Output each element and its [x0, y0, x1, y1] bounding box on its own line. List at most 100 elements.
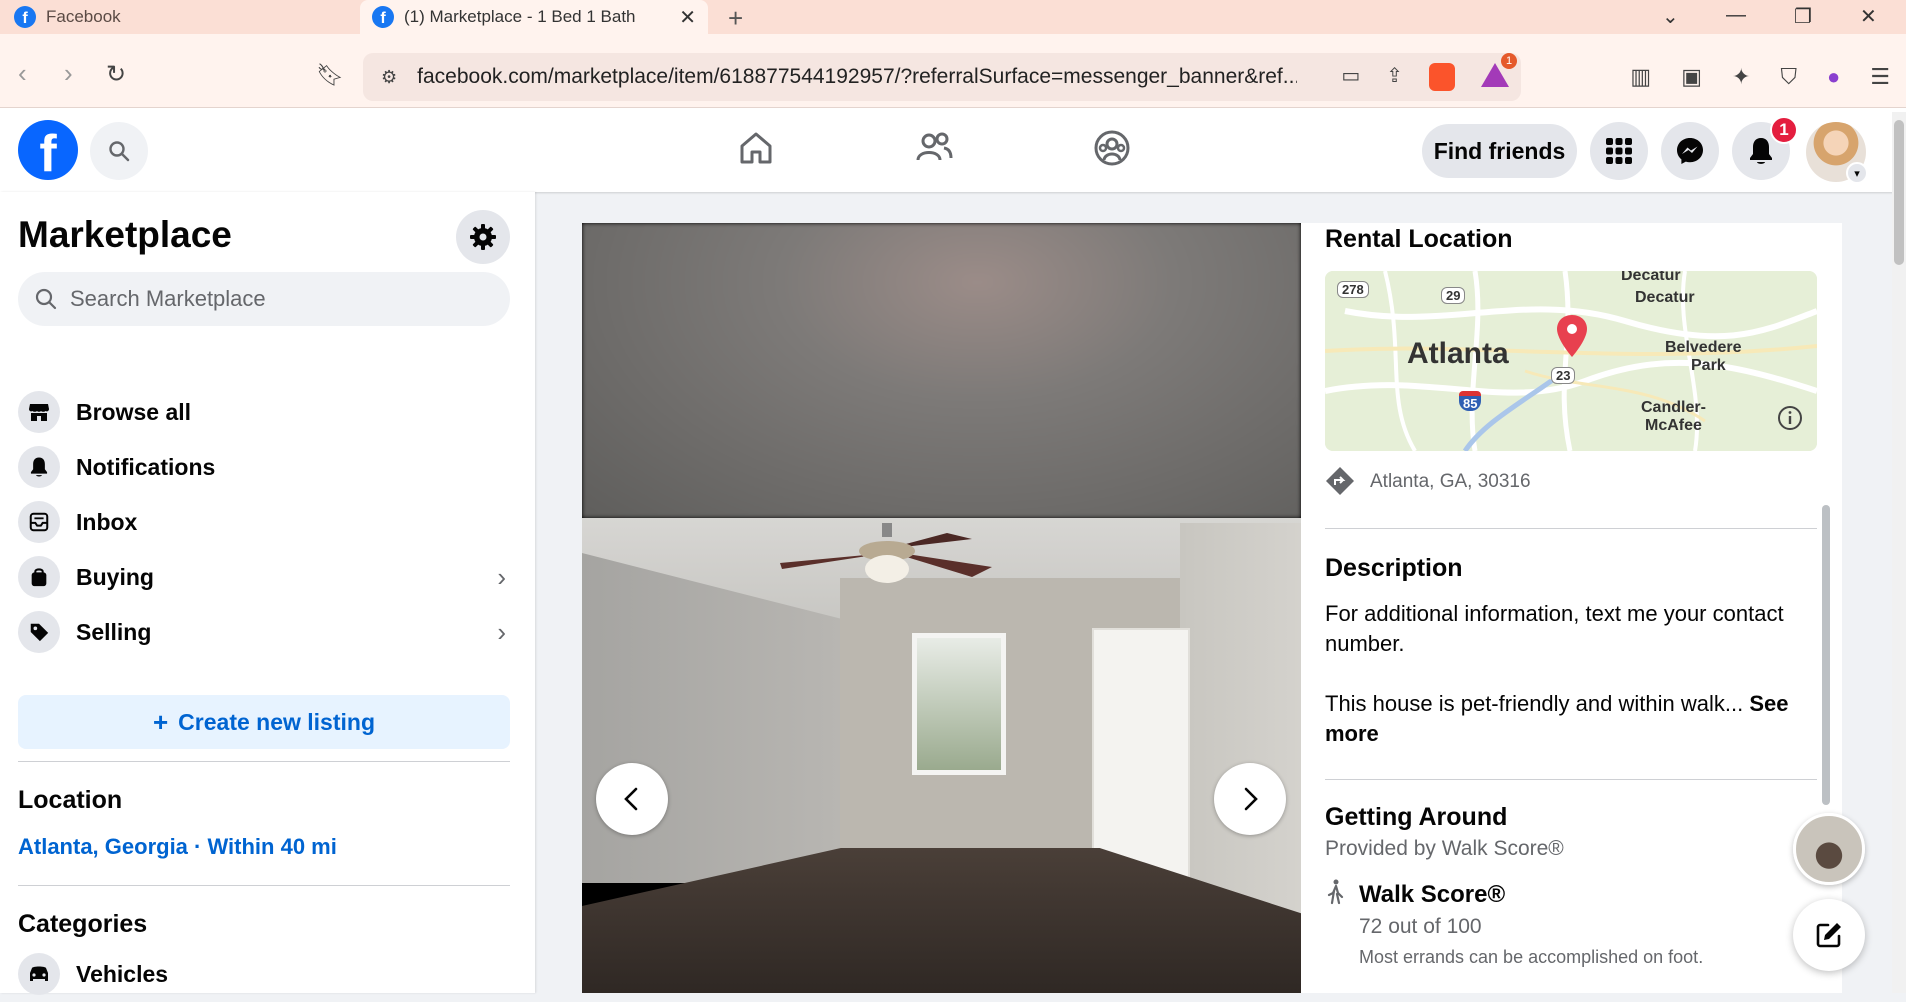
route-29-shield: 29	[1441, 287, 1466, 304]
close-window-button[interactable]: ✕	[1860, 4, 1877, 29]
plus-icon: +	[152, 706, 169, 737]
cast-icon[interactable]: ▭	[1341, 63, 1360, 91]
search-icon	[35, 288, 57, 310]
close-tab-icon[interactable]: ✕	[679, 5, 696, 30]
sidebar-item-notifications[interactable]: Notifications	[18, 439, 510, 495]
bookmark-icon[interactable]: 🔖︎	[316, 62, 344, 88]
map-label-atlanta: Atlanta	[1407, 337, 1509, 370]
site-info-icon[interactable]: ⚙︎	[381, 67, 397, 88]
share-icon[interactable]: ⇪	[1386, 63, 1403, 91]
map-label-candler: Candler-	[1641, 399, 1706, 416]
route-23-shield: 23	[1551, 367, 1576, 384]
home-nav-icon[interactable]	[736, 128, 776, 177]
facebook-top-bar: f Find friends 1 ▾	[0, 108, 1906, 192]
category-vehicles[interactable]: Vehicles	[18, 946, 510, 1002]
listing-details: Rental Location Atlanta Decatur Decatur …	[1325, 223, 1817, 993]
groups-nav-icon[interactable]	[1092, 128, 1132, 177]
getting-around-heading: Getting Around	[1325, 803, 1508, 831]
tab-marketplace[interactable]: f (1) Marketplace - 1 Bed 1 Bath ✕	[360, 0, 708, 34]
map-pin-icon	[1557, 315, 1587, 357]
location-filter-link[interactable]: Atlanta, Georgia · Within 40 mi	[18, 834, 337, 860]
tab-facebook[interactable]: f Facebook	[14, 0, 354, 34]
rental-location-map[interactable]: Atlanta Decatur Decatur Belvedere Park C…	[1325, 271, 1817, 451]
gear-icon	[470, 224, 496, 250]
tab-title: (1) Marketplace - 1 Bed 1 Bath	[404, 7, 636, 26]
leo-ai-icon[interactable]: ✦	[1732, 64, 1750, 90]
description-line-1: For additional information, text me your…	[1325, 601, 1784, 656]
divider	[18, 885, 510, 886]
sidebar-item-label: Browse all	[76, 398, 192, 425]
create-listing-label: Create new listing	[178, 708, 375, 735]
new-message-button[interactable]	[1793, 899, 1865, 971]
chat-listing-thumbnail[interactable]	[1793, 813, 1865, 885]
route-278-shield: 278	[1337, 281, 1369, 298]
facebook-logo-icon[interactable]: f	[18, 120, 78, 180]
chevron-left-icon	[624, 787, 638, 811]
map-label-park: Park	[1691, 357, 1726, 374]
search-icon	[109, 141, 130, 162]
wallet-icon[interactable]: ▣	[1681, 64, 1702, 90]
sidebar-item-label: Selling	[76, 618, 152, 645]
listing-photo[interactable]	[582, 223, 1301, 993]
previous-photo-button[interactable]	[596, 763, 668, 835]
sidebar-item-inbox[interactable]: Inbox	[18, 494, 510, 550]
walk-score-provider: Provided by Walk Score®	[1325, 837, 1564, 860]
ceiling-fan	[780, 523, 992, 583]
sidebar-item-label: Inbox	[76, 508, 138, 535]
facebook-favicon-icon: f	[372, 6, 394, 28]
brave-shields-icon[interactable]	[1429, 63, 1455, 91]
car-icon	[18, 953, 60, 995]
search-marketplace-input[interactable]	[70, 286, 470, 312]
interstate-85-shield: 85	[1459, 391, 1482, 411]
sidebar-toggle-icon[interactable]: ▥	[1630, 64, 1651, 90]
map-info-icon[interactable]	[1777, 405, 1803, 431]
sidebar-item-selling[interactable]: Selling ›	[18, 604, 510, 660]
menu-icon[interactable]: ☰	[1870, 64, 1890, 90]
description-line-2-text: This house is pet-friendly and within wa…	[1325, 691, 1744, 716]
account-chevron-down-icon[interactable]: ▾	[1846, 162, 1868, 184]
notifications-button[interactable]: 1	[1732, 116, 1798, 180]
messenger-button[interactable]	[1661, 122, 1719, 180]
sidebar-item-label: Buying	[76, 563, 154, 590]
restore-button[interactable]: ❐	[1794, 4, 1812, 29]
find-friends-button[interactable]: Find friends	[1422, 124, 1577, 178]
url-bar[interactable]: ⚙︎ facebook.com/marketplace/item/6188775…	[363, 53, 1521, 101]
bell-icon	[18, 446, 60, 488]
create-new-listing-button[interactable]: + Create new listing	[18, 695, 510, 749]
minimize-button[interactable]: —	[1726, 4, 1746, 27]
new-tab-button[interactable]: +	[728, 3, 743, 34]
map-label-belvedere: Belvedere	[1665, 339, 1742, 356]
directions-icon	[1326, 467, 1354, 495]
friends-nav-icon[interactable]	[914, 128, 954, 177]
chevron-right-icon	[1244, 787, 1258, 811]
facebook-search-button[interactable]	[90, 122, 148, 180]
compose-icon	[1816, 923, 1841, 948]
page-scrollbar-thumb[interactable]	[1894, 120, 1904, 265]
marketplace-search[interactable]	[18, 272, 510, 326]
notification-count-badge: 1	[1770, 116, 1798, 144]
rewards-badge: 1	[1501, 53, 1517, 69]
walk-score-title: Walk Score®	[1359, 881, 1506, 908]
next-photo-button[interactable]	[1214, 763, 1286, 835]
map-label-mcafee: McAfee	[1645, 417, 1702, 434]
profile-extension-icon[interactable]: ●	[1827, 64, 1840, 90]
menu-grid-button[interactable]	[1590, 122, 1648, 180]
back-button[interactable]: ‹	[18, 58, 27, 89]
url-text[interactable]: facebook.com/marketplace/item/6188775441…	[417, 65, 1297, 89]
rental-location-heading: Rental Location	[1325, 225, 1513, 253]
vpn-shield-icon[interactable]: ⛉	[1780, 64, 1797, 90]
sidebar-item-buying[interactable]: Buying ›	[18, 549, 510, 605]
details-scrollbar[interactable]	[1822, 505, 1830, 805]
divider	[1325, 528, 1817, 529]
reload-button[interactable]: ↻	[106, 60, 126, 89]
chevron-right-icon: ›	[497, 616, 506, 647]
tag-icon	[18, 611, 60, 653]
facebook-favicon-icon: f	[14, 6, 36, 28]
settings-button[interactable]	[456, 210, 510, 264]
page-title: Marketplace	[18, 214, 232, 255]
tab-search-chevron-icon[interactable]: ⌄	[1662, 4, 1679, 29]
sidebar-item-browse-all[interactable]: Browse all	[18, 384, 510, 440]
forward-button[interactable]: ›	[64, 58, 73, 89]
divider	[18, 761, 510, 762]
brave-rewards-icon[interactable]: 1	[1481, 53, 1517, 87]
